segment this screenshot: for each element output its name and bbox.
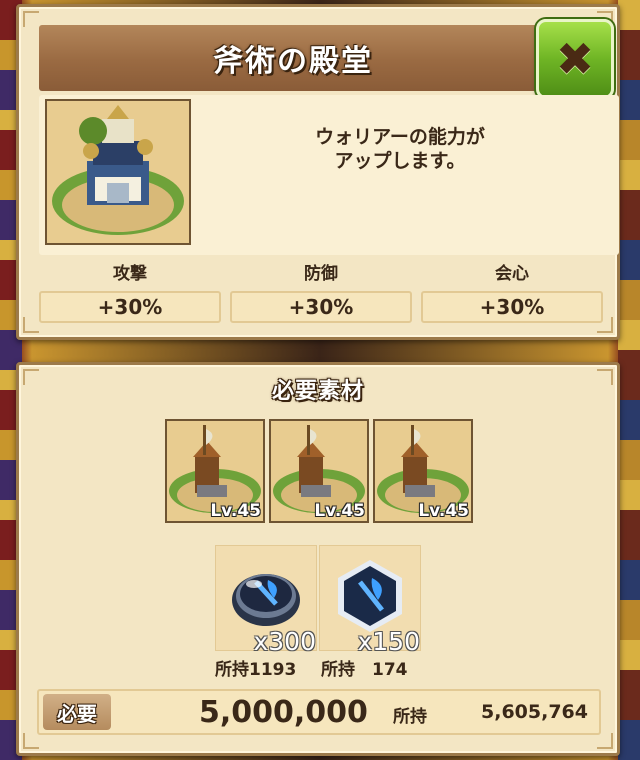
materials-title: 必要素材	[271, 379, 364, 404]
stat-value: +30%	[421, 291, 603, 323]
gem-owned-count: 所持 174	[321, 660, 408, 680]
stat-label: 防御	[304, 264, 338, 284]
stat-value: +30%	[230, 291, 412, 323]
cost-bar: 必要 5,000,000 所持 5,605,764	[37, 689, 601, 735]
gem-quantity: x300	[253, 627, 316, 656]
close-icon[interactable]: ✖	[556, 36, 595, 82]
corner-ornament	[597, 733, 613, 749]
page-title: 斧術の殿堂	[213, 44, 373, 79]
stat-attack: 攻撃 +30%	[39, 261, 221, 323]
stat-value: +30%	[39, 291, 221, 323]
close-button[interactable]: ✖	[536, 19, 614, 99]
stat-defense: 防御 +30%	[230, 261, 412, 323]
stat-critical: 会心 +30%	[421, 261, 603, 323]
background-right-edge	[618, 0, 640, 760]
gem-slot[interactable]: x150	[319, 545, 421, 656]
gem-quantity: x150	[357, 627, 420, 656]
stat-bonus-row: 攻撃 +30% 防御 +30% 会心 +30%	[39, 261, 609, 331]
stat-label: 攻撃	[113, 264, 147, 284]
corner-ornament	[23, 317, 39, 333]
axe-hall-building-illustration	[47, 101, 189, 243]
material-slot[interactable]: Lv.45	[373, 419, 473, 523]
required-label: 必要	[43, 694, 111, 730]
stat-label: 会心	[495, 264, 529, 284]
owned-label: 所持	[393, 707, 427, 727]
axe-hall-building-icon	[45, 99, 191, 245]
facility-info-panel: 斧術の殿堂 ✖ ウォリアーの能力が アップします。 攻撃 +30% 防御 +30…	[16, 4, 620, 340]
material-level: Lv.45	[210, 501, 261, 521]
description-line: アップします。	[334, 150, 466, 172]
material-level: Lv.45	[314, 501, 365, 521]
facility-info-area: ウォリアーの能力が アップします。	[39, 95, 619, 255]
gem-owned-count: 所持1193	[215, 660, 297, 680]
required-gold-value: 5,000,000	[199, 695, 368, 730]
title-bar: 斧術の殿堂	[39, 25, 547, 91]
materials-panel: 必要素材 Lv.45 Lv.45 Lv.45 x300 x150 所持1193 …	[16, 362, 620, 756]
facility-description: ウォリアーの能力が アップします。	[255, 125, 545, 173]
material-level: Lv.45	[418, 501, 469, 521]
corner-ornament	[23, 11, 39, 27]
material-slot[interactable]: Lv.45	[269, 419, 369, 523]
material-slot[interactable]: Lv.45	[165, 419, 265, 523]
owned-gold-value: 5,605,764	[481, 701, 588, 723]
gem-slot[interactable]: x300	[215, 545, 317, 656]
description-line: ウォリアーの能力が	[315, 126, 485, 148]
corner-ornament	[23, 733, 39, 749]
